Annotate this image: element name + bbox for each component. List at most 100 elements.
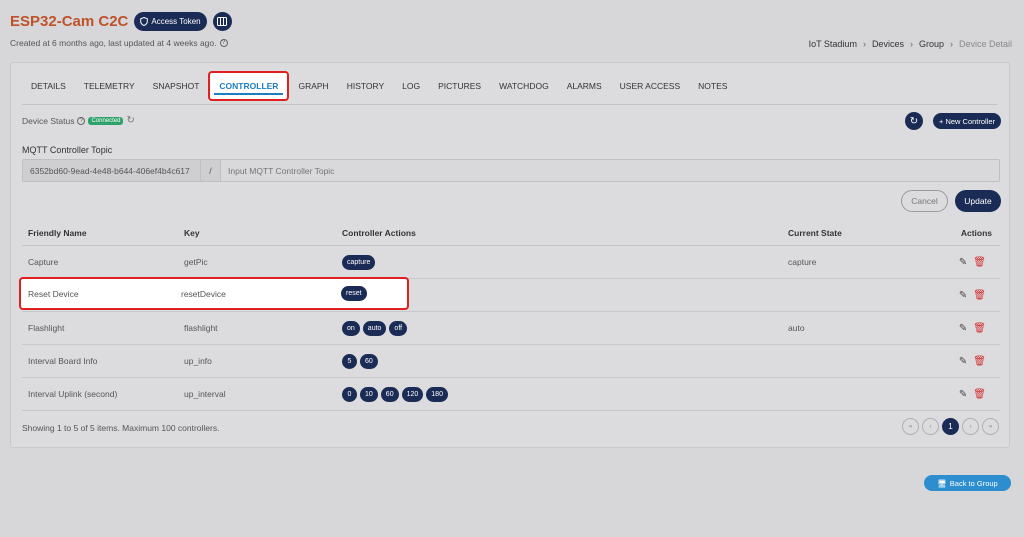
shield-icon (140, 17, 149, 26)
tab-notes[interactable]: NOTES (689, 71, 736, 101)
edit-icon[interactable]: ✎ (959, 389, 967, 400)
action-chip-auto[interactable]: auto (362, 320, 387, 336)
page-title: ESP32-Cam C2C (10, 13, 129, 30)
edit-icon[interactable]: ✎ (959, 290, 967, 301)
action-chip-on[interactable]: on (342, 320, 360, 336)
table-row: Flashlight flashlight on auto off auto ✎… (22, 312, 1000, 345)
breadcrumb-group[interactable]: Group (919, 39, 944, 49)
controller-card: DETAILS TELEMETRY SNAPSHOT CONTROLLER GR… (10, 62, 1010, 448)
page-next-button[interactable]: › (962, 418, 979, 435)
cancel-button[interactable]: Cancel (901, 190, 948, 212)
tab-graph[interactable]: GRAPH (289, 71, 337, 101)
cell-key: up_info (184, 356, 212, 366)
page-first-button[interactable]: « (902, 418, 919, 435)
new-controller-button[interactable]: + New Controller (933, 113, 1002, 129)
monitor-icon: 🖥 (937, 478, 947, 488)
refresh-button[interactable]: ↻ (905, 112, 923, 130)
tab-user-access[interactable]: USER ACCESS (611, 71, 689, 101)
chevron-right-icon: › (862, 39, 866, 49)
tab-history[interactable]: HISTORY (338, 71, 393, 101)
cell-controller-actions: reset (341, 286, 367, 301)
cell-controller-actions: capture (342, 254, 788, 270)
breadcrumb-device-detail: Device Detail (958, 39, 1012, 49)
edit-icon[interactable]: ✎ (959, 356, 967, 367)
trash-icon[interactable]: 🗑 (973, 257, 986, 268)
action-chip-capture[interactable]: capture (342, 254, 376, 270)
breadcrumb-devices[interactable]: Devices (872, 39, 904, 49)
tab-snapshot[interactable]: SNAPSHOT (144, 71, 209, 101)
mqtt-topic-input[interactable] (221, 160, 999, 181)
tab-details[interactable]: DETAILS (22, 71, 75, 101)
mqtt-topic-separator: / (201, 160, 221, 181)
table-row: Capture getPic capture capture ✎ 🗑 (22, 246, 1000, 279)
page-last-button[interactable]: » (982, 418, 999, 435)
cell-friendly-name: Interval Uplink (second) (28, 389, 118, 399)
cell-key: getPic (184, 257, 208, 267)
tab-alarms[interactable]: ALARMS (558, 71, 611, 101)
page-header: ESP32-Cam C2C Access Token Created at 6 … (10, 12, 232, 48)
cell-friendly-name: Flashlight (28, 323, 65, 333)
pagination: « ‹ 1 › » (902, 418, 999, 435)
edit-icon[interactable]: ✎ (959, 257, 967, 268)
header-key: Key (184, 228, 200, 238)
trash-icon[interactable]: 🗑 (973, 356, 986, 367)
cell-actions: ✎ 🗑 (928, 389, 1000, 400)
cell-friendly-name: Reset Device (28, 288, 79, 299)
tab-pictures[interactable]: PICTURES (429, 71, 490, 101)
controllers-table: Friendly Name Key Controller Actions Cur… (22, 221, 1000, 411)
cell-actions: ✎ 🗑 (928, 257, 1000, 268)
status-badge: Connected (88, 116, 124, 125)
columns-button[interactable] (212, 12, 232, 31)
mqtt-topic-label: MQTT Controller Topic (22, 145, 113, 155)
update-button[interactable]: Update (955, 190, 1001, 212)
cell-key: flashlight (184, 323, 218, 333)
cell-current-state: auto (788, 323, 805, 333)
info-icon[interactable]: ? (77, 116, 86, 125)
action-chip-120[interactable]: 120 (401, 386, 424, 402)
refresh-icon: ↻ (909, 115, 919, 127)
header-friendly-name: Friendly Name (28, 228, 87, 238)
tab-divider (22, 104, 998, 105)
back-to-group-label: Back to Group (949, 478, 998, 488)
refresh-status-icon[interactable]: ↻ (126, 115, 134, 126)
tab-watchdog[interactable]: WATCHDOG (490, 71, 558, 101)
table-header: Friendly Name Key Controller Actions Cur… (22, 221, 1000, 246)
cell-actions: ✎ 🗑 (928, 290, 1000, 301)
breadcrumb-iot-stadium[interactable]: IoT Stadium (809, 39, 857, 49)
action-chip-5[interactable]: 5 (342, 353, 357, 369)
action-chip-off[interactable]: off (389, 320, 408, 336)
trash-icon[interactable]: 🗑 (973, 323, 986, 334)
trash-icon[interactable]: 🗑 (973, 290, 986, 301)
back-to-group-button[interactable]: 🖥 Back to Group (924, 475, 1011, 491)
action-chip-60[interactable]: 60 (360, 353, 378, 369)
action-chip-reset[interactable]: reset (341, 286, 367, 301)
mqtt-topic-field: 6352bd60-9ead-4e48-b644-406ef4b4c617 / (22, 159, 1000, 182)
page-current-button[interactable]: 1 (942, 418, 959, 435)
highlighted-row-reset-device: Reset Device resetDevice reset (19, 277, 409, 310)
action-chip-10[interactable]: 10 (360, 386, 378, 402)
tab-log[interactable]: LOG (393, 71, 429, 101)
columns-icon (217, 17, 228, 26)
action-chip-0[interactable]: 0 (342, 386, 357, 402)
breadcrumb: IoT Stadium › Devices › Group › Device D… (809, 39, 1012, 49)
access-token-label: Access Token (151, 17, 201, 26)
tab-controller[interactable]: CONTROLLER (208, 71, 290, 101)
tab-telemetry[interactable]: TELEMETRY (75, 71, 144, 101)
page-prev-button[interactable]: ‹ (922, 418, 939, 435)
cell-actions: ✎ 🗑 (928, 356, 1000, 367)
table-row: Interval Uplink (second) up_interval 0 1… (22, 378, 1000, 411)
cell-current-state: capture (788, 257, 817, 267)
header-controller-actions: Controller Actions (342, 228, 416, 238)
info-icon[interactable]: ? (219, 39, 228, 47)
table-summary: Showing 1 to 5 of 5 items. Maximum 100 c… (22, 423, 220, 433)
table-row: Interval Board Info up_info 5 60 ✎ 🗑 (22, 345, 1000, 378)
trash-icon[interactable]: 🗑 (973, 389, 986, 400)
chevron-right-icon: › (909, 39, 913, 49)
action-chip-180[interactable]: 180 (426, 386, 448, 402)
cell-friendly-name: Capture (28, 257, 59, 267)
cell-controller-actions: on auto off (342, 320, 788, 336)
access-token-button[interactable]: Access Token (134, 12, 207, 31)
action-chip-60[interactable]: 60 (380, 386, 399, 402)
mqtt-topic-prefix: 6352bd60-9ead-4e48-b644-406ef4b4c617 (23, 160, 201, 181)
edit-icon[interactable]: ✎ (959, 323, 967, 334)
